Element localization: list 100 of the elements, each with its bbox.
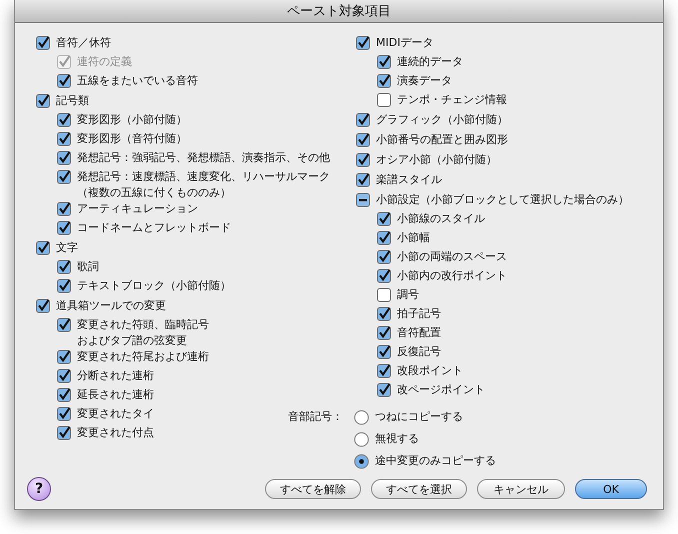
checkbox[interactable]	[57, 388, 71, 402]
checkbox-row[interactable]: 延長された連桁	[57, 387, 154, 406]
checkbox[interactable]	[356, 113, 370, 127]
checkbox[interactable]	[57, 74, 71, 88]
checkbox-row[interactable]: 小節番号の配置と囲み図形	[356, 132, 508, 151]
checkbox-row[interactable]: 歌詞	[57, 259, 99, 278]
option-label: コードネームとフレットボード	[77, 220, 231, 236]
checkbox[interactable]	[377, 288, 391, 302]
checkbox-row[interactable]: 小節の両端のスペース	[377, 249, 507, 268]
radio-option[interactable]: つねにコピーする	[354, 409, 463, 428]
checkbox[interactable]	[356, 133, 370, 147]
checkbox-row[interactable]: コードネームとフレットボード	[57, 220, 231, 239]
dialog-button[interactable]: OK	[575, 479, 647, 499]
option-label: 分断された連桁	[77, 368, 154, 384]
checkbox[interactable]	[57, 279, 71, 293]
option-label: 音符配置	[397, 325, 441, 341]
checkbox-row[interactable]: 小節内の改行ポイント	[377, 268, 507, 287]
checkbox[interactable]	[57, 426, 71, 440]
checkbox-row[interactable]: 小節幅	[377, 230, 430, 249]
option-label: 発想記号：強弱記号、発想標語、演奏指示、その他	[77, 150, 330, 166]
checkbox[interactable]	[377, 269, 391, 283]
checkbox-row[interactable]: 道具箱ツールでの変更	[36, 298, 166, 317]
option-label: 変更されたタイ	[77, 406, 154, 422]
checkbox[interactable]	[57, 151, 71, 165]
checkbox[interactable]	[36, 299, 50, 313]
checkbox[interactable]	[356, 193, 370, 207]
help-button[interactable]: ?	[27, 477, 51, 501]
checkbox[interactable]	[377, 345, 391, 359]
checkbox-row[interactable]: テンポ・チェンジ情報	[377, 92, 507, 111]
clef-label: 音部記号：	[288, 409, 344, 425]
checkbox-row[interactable]: 文字	[36, 240, 78, 259]
checkbox[interactable]	[36, 94, 50, 108]
radio-option[interactable]: 無視する	[354, 431, 419, 450]
radio-option[interactable]: 途中変更のみコピーする	[354, 453, 496, 472]
checkbox-row[interactable]: 変形図形（音符付随）	[57, 131, 187, 150]
checkbox-row[interactable]: 五線をまたいでいる音符	[57, 73, 198, 92]
option-label: 拍子記号	[397, 306, 441, 322]
checkbox-row[interactable]: テキストブロック（小節付随）	[57, 278, 231, 297]
radio-button[interactable]	[354, 410, 369, 425]
checkbox-row[interactable]: 音符配置	[377, 325, 441, 344]
checkbox[interactable]	[57, 221, 71, 235]
option-label: グラフィック（小節付随）	[376, 112, 508, 128]
checkbox-row[interactable]: 小節設定（小節ブロックとして選択した場合のみ）	[356, 192, 629, 211]
checkbox[interactable]	[377, 326, 391, 340]
option-label: 五線をまたいでいる音符	[77, 73, 198, 89]
checkbox[interactable]	[377, 231, 391, 245]
checkbox-row[interactable]: 調号	[377, 287, 419, 306]
checkbox-row[interactable]: グラフィック（小節付随）	[356, 112, 508, 131]
checkbox-row[interactable]: 拍子記号	[377, 306, 441, 325]
checkbox[interactable]	[57, 260, 71, 274]
checkbox[interactable]	[36, 36, 50, 50]
dialog-button[interactable]: キャンセル	[477, 479, 565, 499]
option-label: 無視する	[375, 431, 419, 447]
option-label: 小節幅	[397, 230, 430, 246]
checkbox-row[interactable]: 反復記号	[377, 344, 441, 363]
option-label: MIDIデータ	[376, 35, 434, 51]
checkbox-row[interactable]: 変更されたタイ	[57, 406, 154, 425]
checkbox[interactable]	[36, 241, 50, 255]
checkbox[interactable]	[377, 364, 391, 378]
option-label: 道具箱ツールでの変更	[56, 298, 166, 314]
checkbox-row[interactable]: アーティキュレーション	[57, 201, 198, 220]
checkbox-row[interactable]: 変更された付点	[57, 425, 154, 444]
checkbox-row[interactable]: 改ページポイント	[377, 382, 485, 401]
checkbox-row[interactable]: オシア小節（小節付随）	[356, 152, 497, 171]
checkbox[interactable]	[377, 383, 391, 397]
checkbox[interactable]	[57, 318, 71, 332]
checkbox[interactable]	[356, 153, 370, 167]
checkbox-row[interactable]: 連続的データ	[377, 54, 463, 73]
radio-button[interactable]	[354, 454, 369, 469]
checkbox[interactable]	[57, 350, 71, 364]
checkbox[interactable]	[57, 407, 71, 421]
checkbox-row[interactable]: MIDIデータ	[356, 35, 434, 54]
checkbox[interactable]	[57, 202, 71, 216]
checkbox-row[interactable]: 楽譜スタイル	[356, 172, 442, 191]
checkbox-row[interactable]: 音符／休符	[36, 35, 111, 54]
checkbox-row[interactable]: 変形図形（小節付随）	[57, 112, 187, 131]
checkbox-row[interactable]: 分断された連桁	[57, 368, 154, 387]
checkbox-row[interactable]: 小節線のスタイル	[377, 211, 485, 230]
checkbox[interactable]	[356, 36, 370, 50]
checkbox-row[interactable]: 記号類	[36, 93, 89, 112]
checkbox[interactable]	[57, 113, 71, 127]
checkbox[interactable]	[377, 212, 391, 226]
checkbox-row[interactable]: 改段ポイント	[377, 363, 463, 382]
checkbox[interactable]	[377, 307, 391, 321]
checkbox-row[interactable]: 演奏データ	[377, 73, 452, 92]
checkbox[interactable]	[57, 170, 71, 184]
checkbox[interactable]	[356, 173, 370, 187]
option-label: 連符の定義	[77, 54, 132, 70]
checkbox[interactable]	[377, 55, 391, 69]
checkbox[interactable]	[57, 132, 71, 146]
option-label: 反復記号	[397, 344, 441, 360]
checkbox[interactable]	[57, 369, 71, 383]
checkbox[interactable]	[377, 250, 391, 264]
checkbox-row[interactable]: 発想記号：強弱記号、発想標語、演奏指示、その他	[57, 150, 330, 169]
checkbox[interactable]	[377, 93, 391, 107]
dialog-button[interactable]: すべてを解除	[265, 479, 361, 499]
dialog-button[interactable]: すべてを選択	[371, 479, 467, 499]
checkbox[interactable]	[377, 74, 391, 88]
checkbox-row[interactable]: 変更された符尾および連桁	[57, 349, 209, 368]
radio-button[interactable]	[354, 432, 369, 447]
